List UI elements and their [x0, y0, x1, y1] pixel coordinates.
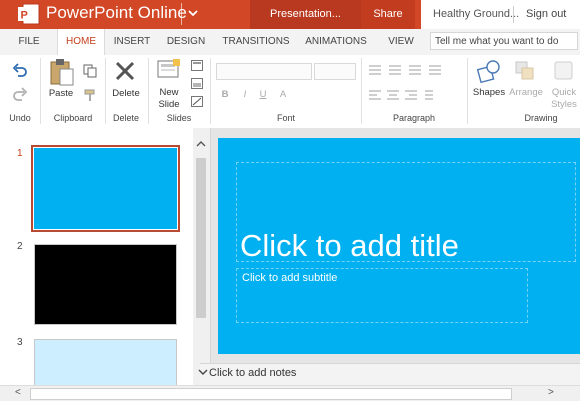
paragraph-tools-icon[interactable]	[367, 63, 445, 107]
slide-thumbnail[interactable]	[34, 339, 177, 385]
group-label-drawing: Drawing	[524, 113, 558, 123]
tab-animations[interactable]: ANIMATIONS	[303, 29, 369, 55]
new-slide-label-1[interactable]: New	[152, 87, 186, 99]
scroll-left-icon[interactable]: <	[15, 387, 21, 399]
group-label-slides: Slides	[166, 113, 192, 123]
duplicate-slide-icon[interactable]	[191, 78, 203, 89]
tab-insert[interactable]: INSERT	[110, 29, 154, 55]
font-family-dropdown[interactable]	[216, 63, 312, 80]
scrollbar-thumb[interactable]	[196, 158, 206, 318]
paste-icon[interactable]	[49, 58, 75, 86]
divider	[148, 58, 149, 124]
italic-button[interactable]: I	[240, 89, 250, 101]
underline-button[interactable]: U	[258, 89, 268, 101]
shapes-icon[interactable]	[476, 58, 502, 84]
scroll-up-icon[interactable]	[195, 139, 207, 149]
group-label-undo: Undo	[9, 113, 31, 123]
user-name[interactable]: Healthy Ground...	[433, 0, 519, 29]
file-name[interactable]: Presentation...	[250, 0, 361, 29]
share-button[interactable]: Share	[361, 0, 415, 29]
delete-button[interactable]: Delete	[108, 88, 144, 100]
chevron-down-icon[interactable]	[186, 6, 200, 20]
slide-subtitle-text[interactable]: Click to add subtitle	[242, 272, 337, 284]
group-label-clipboard: Clipboard	[53, 113, 93, 123]
delete-icon[interactable]	[114, 60, 136, 82]
font-color-button[interactable]: A	[278, 89, 288, 101]
chevron-down-icon[interactable]	[198, 367, 208, 377]
divider	[513, 6, 514, 23]
font-size-dropdown[interactable]	[314, 63, 356, 80]
divider	[210, 58, 211, 124]
paste-button[interactable]: Paste	[44, 88, 78, 100]
slide-thumbnail[interactable]	[34, 244, 177, 325]
group-label-delete: Delete	[112, 113, 139, 123]
new-slide-label-2[interactable]: Slide	[152, 99, 186, 111]
divider	[361, 58, 362, 124]
shapes-button[interactable]: Shapes	[470, 87, 508, 99]
slide-number: 2	[17, 241, 23, 252]
quick-styles-icon[interactable]	[553, 60, 575, 82]
tab-view[interactable]: VIEW	[382, 29, 420, 55]
quick-styles-label-2[interactable]: Styles	[547, 99, 580, 111]
tab-design[interactable]: DESIGN	[163, 29, 209, 55]
scroll-right-icon[interactable]: >	[548, 387, 554, 399]
arrange-icon[interactable]	[514, 60, 536, 82]
svg-text:P: P	[21, 10, 28, 22]
divider	[181, 3, 182, 25]
slide-title-text[interactable]: Click to add title	[240, 228, 459, 264]
tab-home[interactable]: HOME	[57, 29, 105, 55]
divider	[467, 58, 468, 124]
undo-icon[interactable]	[12, 62, 28, 78]
slide-number: 1	[17, 148, 23, 159]
redo-icon[interactable]	[12, 86, 28, 102]
arrange-button[interactable]: Arrange	[507, 87, 545, 99]
new-slide-icon[interactable]	[157, 59, 181, 81]
tab-file[interactable]: FILE	[10, 29, 48, 55]
format-painter-icon[interactable]	[83, 88, 97, 102]
notes-placeholder[interactable]: Click to add notes	[209, 365, 296, 381]
app-title[interactable]: PowerPoint Online	[46, 3, 187, 23]
bold-button[interactable]: B	[220, 89, 230, 101]
sign-out-link[interactable]: Sign out	[526, 0, 566, 29]
slide-number: 3	[17, 337, 23, 348]
group-label-paragraph: Paragraph	[392, 113, 436, 123]
slide-thumbnail[interactable]	[31, 145, 180, 232]
scrollbar-thumb[interactable]	[30, 388, 512, 400]
group-label-font: Font	[276, 113, 295, 123]
divider	[40, 58, 41, 124]
copy-icon[interactable]	[83, 64, 97, 78]
quick-styles-label-1[interactable]: Quick	[547, 87, 580, 99]
hide-slide-icon[interactable]	[191, 96, 203, 107]
powerpoint-logo-icon[interactable]: P	[17, 2, 41, 26]
divider	[105, 58, 106, 124]
tell-me-input[interactable]: Tell me what you want to do	[430, 32, 578, 50]
tab-transitions[interactable]: TRANSITIONS	[222, 29, 290, 55]
layout-icon[interactable]	[191, 60, 203, 71]
